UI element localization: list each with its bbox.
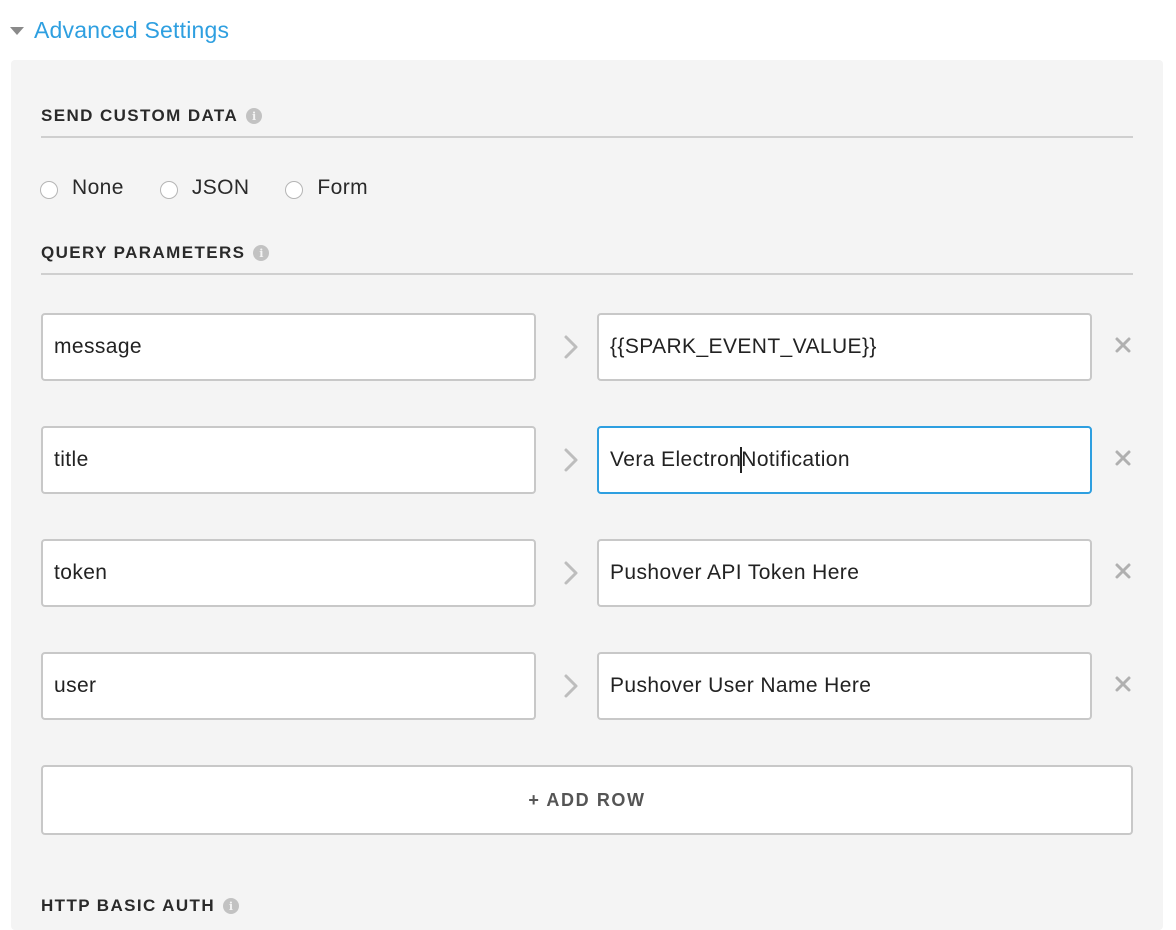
- param-key-value: token: [54, 561, 108, 584]
- advanced-settings-panel: SEND CUSTOM DATA i None JSON Form QUERY …: [11, 60, 1163, 930]
- param-key-value: title: [54, 448, 89, 471]
- section-title-text: HTTP BASIC AUTH: [41, 896, 215, 915]
- param-key-input[interactable]: message: [41, 313, 536, 381]
- query-param-row: title Vera Electron Notification: [41, 426, 1151, 494]
- section-divider: [41, 136, 1133, 138]
- radio-button[interactable]: [285, 181, 304, 199]
- param-key-value: message: [54, 335, 143, 358]
- add-row-button[interactable]: + ADD ROW: [41, 765, 1133, 835]
- close-icon[interactable]: [1111, 672, 1135, 696]
- query-param-row: user Pushover User Name Here: [41, 652, 1151, 720]
- section-title-text: SEND CUSTOM DATA: [41, 106, 239, 125]
- advanced-settings-toggle[interactable]: Advanced Settings: [10, 14, 229, 46]
- info-icon[interactable]: i: [223, 898, 239, 914]
- custom-data-options: None JSON Form: [40, 176, 404, 200]
- chevron-right-icon: [558, 673, 584, 699]
- http-basic-auth-heading: HTTP BASIC AUTH i: [41, 896, 239, 916]
- section-divider: [41, 273, 1133, 275]
- param-key-input[interactable]: user: [41, 652, 536, 720]
- close-icon[interactable]: [1111, 559, 1135, 583]
- param-value-text-before-cursor: Vera Electron: [610, 448, 742, 471]
- advanced-settings-title: Advanced Settings: [34, 16, 230, 43]
- info-icon[interactable]: i: [246, 108, 263, 124]
- radio-label: JSON: [191, 176, 250, 199]
- param-value-text: {{SPARK_EVENT_VALUE}}: [610, 335, 877, 358]
- query-param-row: message {{SPARK_EVENT_VALUE}}: [41, 313, 1151, 381]
- radio-label: None: [72, 176, 124, 199]
- radio-button[interactable]: [159, 181, 178, 199]
- chevron-right-icon: [558, 334, 584, 360]
- query-param-row: token Pushover API Token Here: [41, 539, 1151, 607]
- send-custom-data-heading: SEND CUSTOM DATA i: [41, 106, 263, 126]
- radio-form[interactable]: Form: [285, 176, 368, 200]
- param-key-value: user: [54, 674, 97, 697]
- caret-down-icon: [10, 27, 24, 35]
- chevron-right-icon: [558, 447, 584, 473]
- param-value-text-after-cursor: Notification: [741, 448, 850, 471]
- info-icon[interactable]: i: [253, 245, 270, 261]
- radio-label: Form: [317, 176, 369, 199]
- section-title-text: QUERY PARAMETERS: [41, 243, 246, 262]
- param-key-input[interactable]: title: [41, 426, 536, 494]
- param-key-input[interactable]: token: [41, 539, 536, 607]
- param-value-text: Pushover API Token Here: [610, 561, 860, 584]
- param-value-input[interactable]: Pushover User Name Here: [597, 652, 1092, 720]
- radio-none[interactable]: None: [40, 176, 124, 200]
- param-value-input[interactable]: Vera Electron Notification: [597, 426, 1092, 494]
- close-icon[interactable]: [1111, 333, 1135, 357]
- query-parameters-heading: QUERY PARAMETERS i: [41, 243, 270, 263]
- close-icon[interactable]: [1111, 446, 1135, 470]
- radio-button[interactable]: [40, 181, 58, 199]
- radio-json[interactable]: JSON: [159, 176, 250, 200]
- chevron-right-icon: [558, 560, 584, 586]
- param-value-input[interactable]: {{SPARK_EVENT_VALUE}}: [597, 313, 1092, 381]
- param-value-text: Pushover User Name Here: [610, 674, 872, 697]
- param-value-input[interactable]: Pushover API Token Here: [597, 539, 1092, 607]
